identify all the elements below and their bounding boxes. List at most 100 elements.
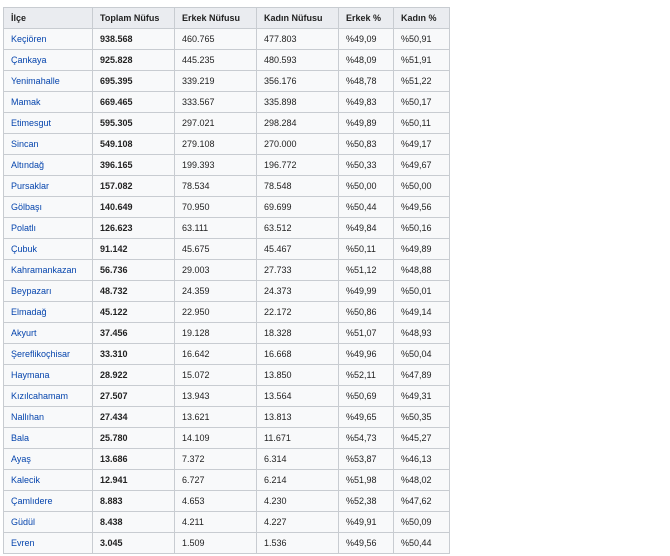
header-male-population[interactable]: Erkek Nüfusu: [174, 7, 257, 29]
female-percent-cell: %49,56: [393, 196, 450, 218]
female-population-cell: 18.328: [256, 322, 339, 344]
district-name-link[interactable]: Çubuk: [3, 238, 93, 260]
male-population-cell: 339.219: [174, 70, 257, 92]
total-population-cell: 13.686: [92, 448, 175, 470]
female-percent-cell: %48,93: [393, 322, 450, 344]
female-percent-cell: %50,44: [393, 532, 450, 554]
table-row: Keçiören 938.568 460.765 477.803 %49,09 %50,9…: [3, 28, 450, 50]
male-population-cell: 4.653: [174, 490, 257, 512]
district-name-link[interactable]: Evren: [3, 532, 93, 554]
female-population-cell: 270.000: [256, 133, 339, 155]
total-population-cell: 126.623: [92, 217, 175, 239]
district-name-link[interactable]: Keçiören: [3, 28, 93, 50]
female-percent-cell: %50,01: [393, 280, 450, 302]
male-percent-cell: %49,83: [338, 91, 394, 113]
table-row: Şereflikoçhisar 33.310 16.642 16.668 %49,96%…: [3, 343, 450, 365]
district-name-link[interactable]: Etimesgut: [3, 112, 93, 134]
total-population-cell: 8.883: [92, 490, 175, 512]
female-percent-cell: %50,00: [393, 175, 450, 197]
male-percent-cell: %48,78: [338, 70, 394, 92]
male-percent-cell: %49,91: [338, 511, 394, 533]
female-population-cell: 69.699: [256, 196, 339, 218]
female-percent-cell: %50,17: [393, 91, 450, 113]
male-population-cell: 6.727: [174, 469, 257, 491]
female-percent-cell: %49,17: [393, 133, 450, 155]
female-percent-cell: %49,31: [393, 385, 450, 407]
district-name-link[interactable]: Çamlıdere: [3, 490, 93, 512]
total-population-cell: 157.082: [92, 175, 175, 197]
female-percent-cell: %50,16: [393, 217, 450, 239]
district-name-link[interactable]: Gölbaşı: [3, 196, 93, 218]
table-row: Altındağ 396.165 199.393 196.772 %50,33 %49,6…: [3, 154, 450, 176]
male-population-cell: 1.509: [174, 532, 257, 554]
header-male-percent[interactable]: Erkek %: [338, 7, 394, 29]
male-population-cell: 45.675: [174, 238, 257, 260]
district-name-link[interactable]: Kahramankazan: [3, 259, 93, 281]
female-percent-cell: %48,02: [393, 469, 450, 491]
male-population-cell: 460.765: [174, 28, 257, 50]
female-population-cell: 45.467: [256, 238, 339, 260]
district-name-link[interactable]: Elmadağ: [3, 301, 93, 323]
total-population-cell: 595.305: [92, 112, 175, 134]
male-population-cell: 29.003: [174, 259, 257, 281]
female-population-cell: 335.898: [256, 91, 339, 113]
total-population-cell: 938.568: [92, 28, 175, 50]
district-name-link[interactable]: Akyurt: [3, 322, 93, 344]
district-name-link[interactable]: Ayaş: [3, 448, 93, 470]
male-population-cell: 70.950: [174, 196, 257, 218]
male-population-cell: 297.021: [174, 112, 257, 134]
table-row: Pursaklar 157.082 78.534 78.548 %50,00 %50,00: [3, 175, 450, 197]
female-population-cell: 13.850: [256, 364, 339, 386]
male-population-cell: 333.567: [174, 91, 257, 113]
district-name-link[interactable]: Çankaya: [3, 49, 93, 71]
total-population-cell: 140.649: [92, 196, 175, 218]
female-population-cell: 4.227: [256, 511, 339, 533]
table-row: Evren 3.045 1.509 1.536 %49,56 %50,44: [3, 532, 450, 554]
female-population-cell: 356.176: [256, 70, 339, 92]
male-percent-cell: %49,09: [338, 28, 394, 50]
female-percent-cell: %46,13: [393, 448, 450, 470]
female-population-cell: 11.671: [256, 427, 339, 449]
female-population-cell: 78.548: [256, 175, 339, 197]
district-name-link[interactable]: Şereflikoçhisar: [3, 343, 93, 365]
male-percent-cell: %51,12: [338, 259, 394, 281]
district-name-link[interactable]: Altındağ: [3, 154, 93, 176]
district-name-link[interactable]: Kızılcahamam: [3, 385, 93, 407]
header-female-percent[interactable]: Kadın %: [393, 7, 450, 29]
header-total-population[interactable]: Toplam Nüfus: [92, 7, 175, 29]
district-name-link[interactable]: Kalecik: [3, 469, 93, 491]
female-population-cell: 63.512: [256, 217, 339, 239]
district-name-link[interactable]: Güdül: [3, 511, 93, 533]
district-name-link[interactable]: Haymana: [3, 364, 93, 386]
district-name-link[interactable]: Yenimahalle: [3, 70, 93, 92]
district-name-link[interactable]: Nallıhan: [3, 406, 93, 428]
female-population-cell: 298.284: [256, 112, 339, 134]
table-row: Polatlı 126.623 63.111 63.512 %49,84 %50,16: [3, 217, 450, 239]
table-row: Çamlıdere 8.883 4.653 4.230 %52,38 %47,62: [3, 490, 450, 512]
header-female-population[interactable]: Kadın Nüfusu: [256, 7, 339, 29]
district-name-link[interactable]: Bala: [3, 427, 93, 449]
total-population-cell: 37.456: [92, 322, 175, 344]
male-percent-cell: %50,83: [338, 133, 394, 155]
district-name-link[interactable]: Polatlı: [3, 217, 93, 239]
male-population-cell: 78.534: [174, 175, 257, 197]
female-population-cell: 22.172: [256, 301, 339, 323]
district-name-link[interactable]: Pursaklar: [3, 175, 93, 197]
district-name-link[interactable]: Beypazarı: [3, 280, 93, 302]
table-row: Haymana 28.922 15.072 13.850 %52,11 %47,89: [3, 364, 450, 386]
male-percent-cell: %50,00: [338, 175, 394, 197]
header-district[interactable]: İlçe: [3, 7, 93, 29]
male-percent-cell: %49,99: [338, 280, 394, 302]
table-row: Mamak 669.465 333.567 335.898 %49,83 %50,17: [3, 91, 450, 113]
male-percent-cell: %51,07: [338, 322, 394, 344]
male-percent-cell: %52,38: [338, 490, 394, 512]
district-name-link[interactable]: Sincan: [3, 133, 93, 155]
male-percent-cell: %49,84: [338, 217, 394, 239]
district-name-link[interactable]: Mamak: [3, 91, 93, 113]
female-population-cell: 16.668: [256, 343, 339, 365]
male-percent-cell: %52,11: [338, 364, 394, 386]
female-percent-cell: %50,09: [393, 511, 450, 533]
total-population-cell: 48.732: [92, 280, 175, 302]
table-row: Gölbaşı 140.649 70.950 69.699 %50,44 %49,56: [3, 196, 450, 218]
total-population-cell: 45.122: [92, 301, 175, 323]
